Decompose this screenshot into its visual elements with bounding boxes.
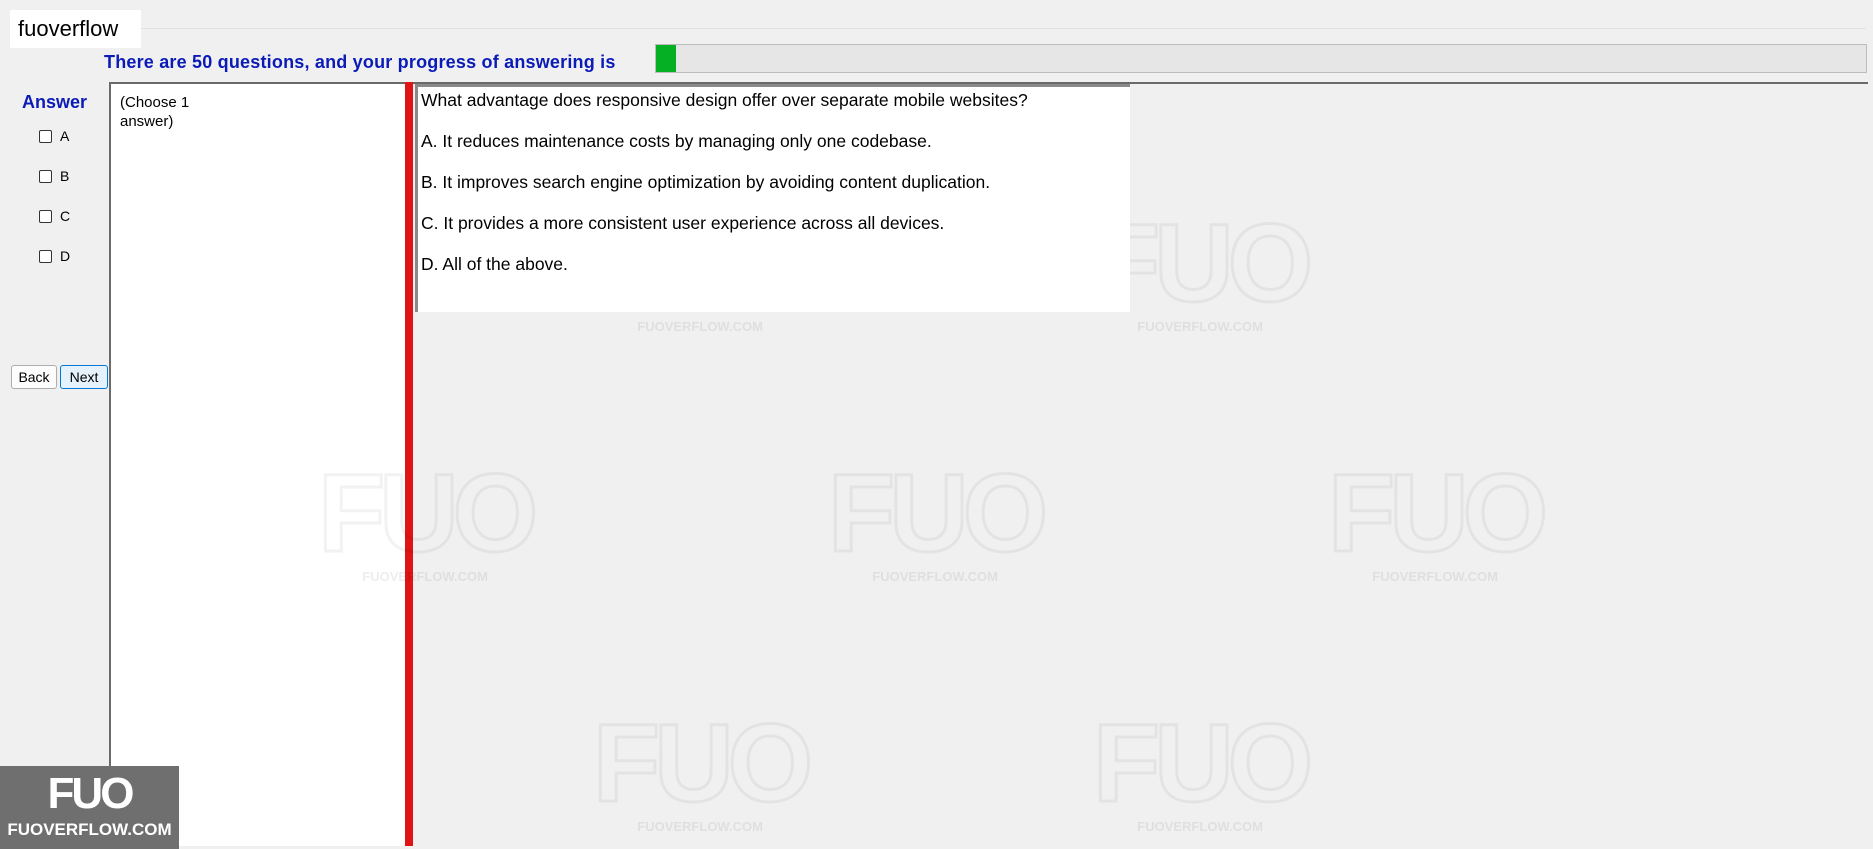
question-text: What advantage does responsive design of… (421, 90, 1028, 110)
watermark: FUO FUOVERFLOW.COM (1091, 702, 1314, 834)
back-button[interactable]: Back (11, 365, 57, 389)
progress-fill (656, 45, 676, 72)
watermark-site: FUOVERFLOW.COM (1372, 569, 1498, 584)
answer-option-label: C (60, 208, 71, 224)
panel-splitter[interactable] (405, 82, 413, 846)
answer-checkbox-b[interactable]: B (39, 168, 69, 184)
answer-checkbox-d[interactable]: D (39, 248, 70, 264)
question-option-a: A. It reduces maintenance costs by manag… (421, 131, 932, 151)
checkbox-b[interactable] (39, 169, 52, 183)
watermark-logo: FUO (826, 452, 1049, 575)
watermark-logo: FUO (1326, 452, 1549, 575)
question-option-d: D. All of the above. (421, 254, 568, 274)
question-option-c: C. It provides a more consistent user ex… (421, 213, 945, 233)
watermark: FUO FUOVERFLOW.COM (826, 452, 1049, 584)
answer-option-label: A (60, 128, 70, 144)
answer-option-label: D (60, 248, 71, 264)
watermark-site: FUOVERFLOW.COM (872, 569, 998, 584)
watermark-site: FUOVERFLOW.COM (1137, 319, 1263, 334)
watermark-site: FUOVERFLOW.COM (637, 819, 763, 834)
answer-heading: Answer (22, 92, 88, 112)
watermark: FUO FUOVERFLOW.COM (1326, 452, 1549, 584)
progress-bar (655, 44, 1867, 73)
corner-logo-site: FUOVERFLOW.COM (7, 820, 172, 839)
corner-logo: FUO FUOVERFLOW.COM (0, 766, 179, 849)
watermark-site: FUOVERFLOW.COM (1137, 819, 1263, 834)
progress-label: There are 50 questions, and your progres… (104, 52, 616, 72)
question-option-b: B. It improves search engine optimizatio… (421, 172, 991, 192)
corner-logo-mark: FUO (47, 769, 135, 818)
watermark-logo: FUO (1091, 702, 1314, 825)
app-title: fuoverflow (10, 10, 141, 48)
answer-hint: (Choose 1 answer) (120, 94, 190, 130)
hint-panel: (Choose 1 answer) (109, 82, 407, 846)
question-box: What advantage does responsive design of… (415, 84, 1130, 312)
top-divider (141, 28, 1866, 29)
answer-checkbox-c[interactable]: C (39, 208, 70, 224)
answer-option-label: B (60, 168, 70, 184)
watermark-site: FUOVERFLOW.COM (637, 319, 763, 334)
answer-checkbox-a[interactable]: A (39, 128, 69, 144)
checkbox-a[interactable] (39, 129, 52, 143)
checkbox-d[interactable] (39, 249, 52, 263)
watermark: FUO FUOVERFLOW.COM (591, 702, 814, 834)
checkbox-c[interactable] (39, 209, 52, 223)
watermark-logo: FUO (591, 702, 814, 825)
next-button[interactable]: Next (60, 365, 108, 389)
